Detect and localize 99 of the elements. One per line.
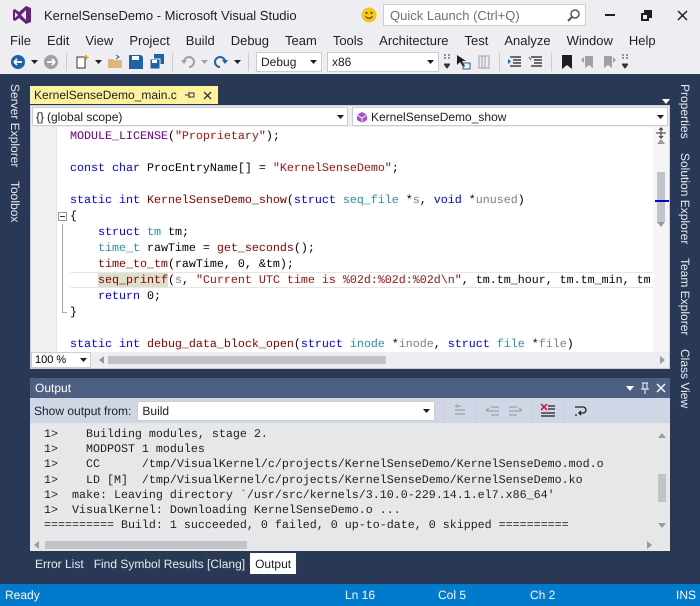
caret-icon xyxy=(427,60,434,64)
panel-tab[interactable]: Output xyxy=(250,553,296,574)
scrollbar-thumb[interactable] xyxy=(657,172,665,222)
overflow-icon[interactable] xyxy=(444,54,450,70)
caret-icon xyxy=(234,60,241,64)
forward-icon[interactable] xyxy=(43,54,59,70)
menu-item[interactable]: Debug xyxy=(222,32,278,48)
status-text: Ready xyxy=(5,588,41,602)
caret-icon[interactable] xyxy=(626,386,634,390)
code-line: static int KernelSenseDemo_show(struct seq_file *s, void *unused) xyxy=(70,192,526,208)
scrollbar-thumb[interactable] xyxy=(108,356,386,364)
scope-label: (global scope) xyxy=(47,110,124,124)
pin-icon[interactable] xyxy=(184,90,195,100)
cursor-icon[interactable] xyxy=(455,54,471,70)
caret-icon xyxy=(201,60,208,64)
code-line: seq_printf(s, "Current UTC time is %02d:%02d:%02d\n", tm.tm_hour, tm.tm_min, tm xyxy=(70,272,653,288)
cube-icon xyxy=(356,110,368,122)
line-number: Ln 16 xyxy=(345,588,376,602)
menu-item[interactable]: Project xyxy=(121,32,178,48)
tool-window-tab[interactable]: Class View xyxy=(678,347,692,411)
back-icon[interactable] xyxy=(10,54,26,70)
menu-item[interactable]: Test xyxy=(456,32,496,48)
caret-icon xyxy=(423,408,430,412)
code-line: { xyxy=(70,208,78,224)
window-title: KernelSenseDemo - Microsoft Visual Studio xyxy=(44,8,298,22)
output-line: 1> MODPOST 1 modules xyxy=(44,442,206,458)
save-all-icon[interactable] xyxy=(149,54,165,70)
search-icon xyxy=(567,9,580,22)
redo-icon[interactable] xyxy=(213,54,229,70)
menu-item[interactable]: Window xyxy=(558,32,621,48)
menu-item[interactable]: Build xyxy=(178,32,223,48)
panel-tab[interactable]: Find Symbol Results [Clang] xyxy=(88,553,250,574)
output-line: 1> VisualKernel: Downloading KernelSenseDemo.o ... xyxy=(44,503,402,518)
menu-item[interactable]: Team xyxy=(277,32,325,48)
close-icon xyxy=(676,10,688,20)
scrollbar-thumb[interactable] xyxy=(658,474,666,502)
menu-item[interactable]: File xyxy=(2,32,39,48)
code-line: time_to_tm(rawTime, 0, &tm); xyxy=(96,256,295,272)
scrollbar-thumb[interactable] xyxy=(45,540,247,548)
clear-all-icon[interactable] xyxy=(540,402,556,418)
output-source-label: Show output from: xyxy=(34,404,132,418)
menu-item[interactable]: Tools xyxy=(324,32,372,48)
overflow-icon[interactable] xyxy=(622,54,628,70)
column-number: Col 5 xyxy=(438,588,468,602)
code-line: } xyxy=(70,304,78,320)
menu-item[interactable]: Architecture xyxy=(371,32,457,48)
caret-icon xyxy=(337,114,344,118)
folder-icon[interactable] xyxy=(107,54,123,70)
output-line: 1> make: Leaving directory `/usr/src/kernels/3.10.0-229.14.1.el7.x86_64' xyxy=(44,488,556,504)
menu-item[interactable]: Analyze xyxy=(496,32,559,48)
code-line: time_t rawTime = get_seconds(); xyxy=(96,240,316,256)
position-marker xyxy=(655,200,669,202)
platform-dropdown[interactable]: x86 xyxy=(327,52,439,72)
char-number: Ch 2 xyxy=(530,588,556,602)
code-line: const char ProcEntryName[] = "KernelSenseDemo"; xyxy=(70,160,400,176)
restore-icon xyxy=(640,10,652,20)
code-line: struct tm tm; xyxy=(96,224,190,240)
output-line: 1> Building modules, stage 2. xyxy=(44,427,269,442)
output-line: 1> CC /tmp/VisualKernel/c/projects/KernelSenseDemo/KernelSenseDemo.mod.o xyxy=(44,457,605,473)
caret-icon xyxy=(80,358,87,362)
panel-tab[interactable]: Error List xyxy=(30,553,89,574)
member-label: KernelSenseDemo_show xyxy=(371,110,508,124)
scope-dropdown[interactable]: {} (global scope) xyxy=(32,107,348,126)
caret-icon xyxy=(31,60,38,64)
caret-icon xyxy=(657,114,664,118)
output-line: 1> LD [M] /tmp/VisualKernel/c/projects/KernelSenseDemo/KernelSenseDemo.ko xyxy=(44,472,584,488)
tool-window-tab[interactable]: Solution Explorer xyxy=(678,150,692,246)
logo-icon xyxy=(12,5,32,25)
menu-item[interactable]: Help xyxy=(620,32,664,48)
braces-icon: {} xyxy=(36,110,44,124)
fold-toggle-icon[interactable] xyxy=(58,212,67,221)
menu-item[interactable]: View xyxy=(77,32,122,48)
output-source-dropdown[interactable]: Build xyxy=(137,400,436,420)
configuration-dropdown[interactable]: Debug xyxy=(256,52,322,72)
insert-mode: INS xyxy=(676,588,698,602)
tool-window-tab[interactable]: Team Explorer xyxy=(678,256,692,338)
panel-title: Output xyxy=(35,381,72,395)
zoom-dropdown[interactable]: 100 % xyxy=(31,352,91,368)
code-line: MODULE_LICENSE("Proprietary"); xyxy=(70,128,281,144)
save-icon[interactable] xyxy=(128,54,144,70)
bookmark-icon[interactable] xyxy=(559,54,575,70)
new-item-icon[interactable] xyxy=(74,54,90,70)
caret-icon xyxy=(310,60,317,64)
minimize-icon xyxy=(605,14,615,16)
smiley-icon[interactable] xyxy=(361,7,377,23)
tool-window-tab[interactable]: Toolbox xyxy=(8,179,22,225)
quick-launch-field[interactable]: Quick Launch (Ctrl+Q) xyxy=(383,4,586,26)
split-icon[interactable] xyxy=(655,127,667,139)
code-line: static int debug_data_block_open(struct inode *inode, struct file *file) xyxy=(70,336,575,352)
caret-icon xyxy=(95,60,102,64)
code-line: return 0; xyxy=(96,288,162,304)
document-tab[interactable]: KernelSenseDemo_main.c xyxy=(30,86,218,104)
close-icon[interactable] xyxy=(202,90,212,100)
tool-window-tab[interactable]: Server Explorer xyxy=(8,82,22,170)
menu-item[interactable]: Edit xyxy=(38,32,78,48)
scroll-up-icon[interactable] xyxy=(657,139,665,144)
member-dropdown[interactable]: KernelSenseDemo_show xyxy=(352,107,668,126)
tool-window-tab[interactable]: Properties xyxy=(678,82,692,141)
output-line: ========== Build: 1 succeeded, 0 failed, 0 up-to-date, 0 skipped ========== xyxy=(44,518,570,534)
